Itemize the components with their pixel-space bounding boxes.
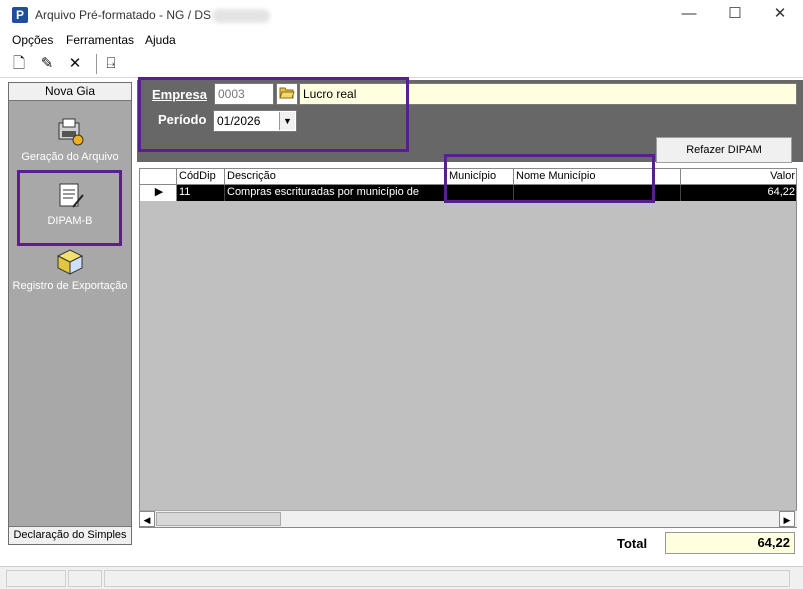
- sidebar-header-nova-gia[interactable]: Nova Gia: [9, 83, 131, 101]
- scroll-thumb[interactable]: [156, 512, 281, 526]
- dipam-grid: CódDip Descrição Município Nome Municípi…: [139, 168, 797, 528]
- cell-descricao[interactable]: Compras escrituradas por município de: [225, 185, 447, 201]
- close-button[interactable]: ✕: [757, 0, 803, 30]
- scroll-left-icon[interactable]: ◀: [139, 511, 155, 527]
- window-title: Arquivo Pré-formatado - NG / DS: [35, 8, 212, 22]
- document-pen-icon: [59, 183, 84, 208]
- empresa-code-field[interactable]: 0003: [214, 83, 274, 105]
- status-panel-1: [6, 570, 66, 587]
- minimize-button[interactable]: —: [666, 0, 712, 30]
- menu-ferramentas[interactable]: Ferramentas: [66, 33, 134, 47]
- new-file-icon[interactable]: 🗋: [9, 54, 29, 74]
- column-header-descricao[interactable]: Descrição: [225, 169, 447, 185]
- total-value: 64,22: [665, 532, 795, 554]
- empresa-name-field[interactable]: Lucro real: [299, 83, 797, 105]
- toolbar-separator: [96, 54, 97, 74]
- column-header-municipio[interactable]: Município: [447, 169, 514, 185]
- column-header-coddip[interactable]: CódDip: [177, 169, 225, 185]
- status-panel-3: [104, 570, 790, 587]
- chevron-down-icon[interactable]: ▼: [279, 112, 295, 130]
- total-label: Total: [617, 536, 648, 551]
- sidebar-item-label: DIPAM-B: [47, 215, 93, 227]
- open-folder-button[interactable]: [276, 83, 298, 105]
- menu-opcoes[interactable]: Opções: [12, 33, 53, 47]
- periodo-label: Período: [158, 112, 207, 127]
- row-selector-header: [140, 169, 177, 185]
- row-indicator-arrow-icon[interactable]: ▶: [140, 185, 177, 201]
- sidebar: Nova Gia Geração do Arquivo DIPAM-B Regi…: [8, 82, 132, 545]
- disk-printer-icon: [58, 118, 84, 146]
- empresa-label: Empresa: [152, 87, 207, 102]
- menu-bar: Opções Ferramentas Ajuda: [0, 30, 803, 50]
- menu-ajuda[interactable]: Ajuda: [145, 33, 176, 47]
- cell-coddip[interactable]: 11: [177, 185, 225, 201]
- title-bar: P Arquivo Pré-formatado - NG / DS — ☐ ✕: [0, 0, 803, 30]
- status-panel-2: [68, 570, 102, 587]
- main-panel: Empresa 0003 Lucro real Período 01/2026 …: [137, 80, 803, 566]
- folder-open-icon: [279, 87, 295, 99]
- scroll-right-icon[interactable]: ▶: [779, 511, 795, 527]
- maximize-button[interactable]: ☐: [712, 0, 758, 30]
- horizontal-scrollbar[interactable]: ◀ ▶: [139, 510, 797, 527]
- column-header-nome-municipio[interactable]: Nome Município: [514, 169, 681, 185]
- exit-door-icon[interactable]: ⍈: [101, 54, 121, 74]
- sidebar-item-geracao-arquivo[interactable]: Geração do Arquivo: [9, 117, 131, 163]
- delete-icon[interactable]: ✕: [65, 54, 85, 74]
- status-bar: [0, 566, 803, 589]
- periodo-select[interactable]: 01/2026 ▼: [213, 110, 297, 132]
- sidebar-item-label: Registro de Exportação: [12, 280, 128, 292]
- cell-nome-municipio[interactable]: [514, 185, 681, 201]
- edit-icon[interactable]: ✎: [37, 54, 57, 74]
- sidebar-item-dipam-b[interactable]: DIPAM-B: [9, 181, 131, 227]
- sidebar-footer-declaracao-simples[interactable]: Declaração do Simples: [9, 526, 131, 544]
- cell-valor[interactable]: 64,22: [681, 185, 796, 201]
- redacted-text: [212, 9, 270, 23]
- column-header-valor[interactable]: Valor: [681, 169, 796, 185]
- export-box-icon: [56, 249, 84, 275]
- header-panel: Empresa 0003 Lucro real Período 01/2026 …: [137, 80, 803, 163]
- cell-municipio[interactable]: [447, 185, 514, 201]
- sidebar-item-label: Geração do Arquivo: [21, 151, 119, 163]
- sidebar-item-registro-exportacao[interactable]: Registro de Exportação: [9, 246, 131, 292]
- app-logo-icon: P: [12, 7, 28, 23]
- toolbar: 🗋 ✎ ✕ ⍈: [0, 50, 803, 78]
- refazer-dipam-button[interactable]: Refazer DIPAM: [656, 137, 792, 163]
- periodo-value: 01/2026: [217, 114, 261, 128]
